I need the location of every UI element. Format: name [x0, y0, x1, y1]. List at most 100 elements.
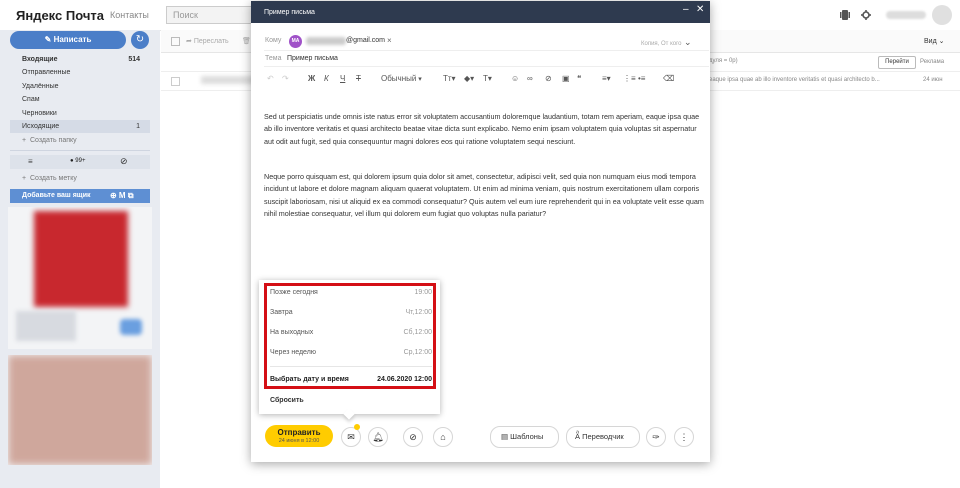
compose-label: Написать: [53, 35, 92, 44]
body-paragraph[interactable]: Sed ut perspiciatis unde omnis iste natu…: [264, 111, 704, 148]
divider: [264, 66, 709, 67]
create-folder-link[interactable]: + Создать папку: [22, 137, 77, 144]
fill-color-icon[interactable]: ◆▾: [464, 74, 474, 83]
recipient-avatar: МА: [289, 35, 302, 48]
strikethrough-icon[interactable]: Т: [356, 74, 361, 83]
divider: [10, 150, 150, 151]
subject-label: Тема: [265, 55, 282, 62]
select-all-checkbox[interactable]: [171, 37, 180, 46]
view-label: Вид: [924, 38, 937, 45]
subject-input[interactable]: Пример письма: [287, 55, 338, 62]
to-label: Кому: [265, 37, 282, 44]
folder-deleted[interactable]: Удалённые: [10, 80, 150, 93]
delete-icon[interactable]: 🗑: [242, 37, 251, 45]
cc-from-toggle[interactable]: Копия, От кого ⌄: [641, 37, 692, 48]
attach-button[interactable]: ⊘: [403, 427, 423, 447]
phone-icon[interactable]: [840, 10, 850, 20]
font-size-icon[interactable]: Tт▾: [443, 74, 456, 83]
gmail-icon[interactable]: ⊕ M ⧉: [110, 189, 134, 203]
label-button[interactable]: ⌂: [433, 427, 453, 447]
divider: [264, 50, 709, 51]
search-input[interactable]: Поиск: [166, 6, 254, 24]
link-icon[interactable]: ∞: [527, 74, 533, 83]
align-icon[interactable]: ≡▾: [602, 74, 611, 83]
more-icon: ⋮: [679, 432, 689, 442]
redo-icon[interactable]: ↷: [282, 74, 289, 83]
goto-button[interactable]: Перейти: [878, 56, 916, 69]
folder-inbox[interactable]: Входящие 514: [10, 53, 150, 66]
unread-filter[interactable]: ● 99+: [70, 158, 85, 164]
contacts-link[interactable]: Контакты: [110, 10, 149, 20]
logo[interactable]: Яндекс Почта: [16, 8, 104, 23]
translator-label: Переводчик: [582, 432, 624, 441]
compose-header: [251, 1, 710, 23]
reset-button[interactable]: Сбросить: [270, 397, 304, 404]
minimize-icon[interactable]: –: [683, 4, 689, 15]
emoji-icon[interactable]: ☺: [511, 74, 519, 83]
create-label-label: Создать метку: [29, 175, 77, 182]
search-placeholder: Поиск: [173, 10, 198, 20]
refresh-button[interactable]: ↻: [131, 31, 149, 49]
send-label: Отправить: [277, 428, 321, 437]
plus-icon: +: [22, 175, 30, 182]
paperclip-icon[interactable]: ⊘: [120, 156, 128, 167]
signature-icon: ✑: [652, 432, 660, 442]
create-folder-label: Создать папку: [29, 137, 77, 144]
unread-badge: 99+: [75, 158, 86, 164]
send-scheduled-time: 24 июня в 12:00: [278, 438, 320, 444]
underline-icon[interactable]: Ч: [340, 74, 345, 83]
active-indicator: [354, 424, 360, 430]
add-mailbox-bar[interactable]: Добавьте ваш ящик ⊕ M ⧉: [10, 189, 150, 203]
folder-outbox[interactable]: Исходящие 1: [10, 120, 150, 133]
bold-icon[interactable]: Ж: [308, 74, 315, 83]
numbered-list-icon[interactable]: ⋮≡: [623, 74, 636, 83]
add-mailbox-label: Добавьте ваш ящик: [22, 192, 91, 199]
ad-image-1[interactable]: [8, 207, 152, 349]
folder-sent[interactable]: Отправленные: [10, 66, 150, 79]
user-name-blurred[interactable]: [886, 11, 926, 19]
more-button[interactable]: ⋮: [674, 427, 694, 447]
recipient-domain[interactable]: @gmail.com: [346, 37, 385, 44]
folder-spam[interactable]: Спам: [10, 93, 150, 106]
image-icon[interactable]: ▣: [562, 74, 570, 83]
signature-button[interactable]: ✑: [646, 427, 666, 447]
font-style-select[interactable]: Обычный ▾: [381, 74, 422, 83]
cc-from-label: Копия, От кого: [641, 41, 682, 47]
row-date: 24 июн: [923, 77, 943, 83]
gear-icon[interactable]: [861, 10, 871, 20]
paperclip-icon: ⊘: [409, 432, 417, 442]
avatar[interactable]: [932, 5, 952, 25]
remove-recipient-icon[interactable]: ×: [387, 36, 392, 45]
reminder-button[interactable]: 🔔︎: [368, 427, 388, 447]
compose-title: Пример письма: [264, 9, 315, 16]
undo-icon[interactable]: ↶: [267, 74, 274, 83]
pencil-icon: ✎: [44, 35, 54, 44]
templates-label: Шаблоны: [510, 432, 544, 441]
folder-label: Удалённые: [22, 83, 59, 90]
italic-icon[interactable]: К: [324, 74, 329, 83]
bell-icon: 🔔︎: [372, 432, 384, 442]
text-color-icon[interactable]: T▾: [483, 74, 492, 83]
tag-icon: ⌂: [440, 432, 446, 442]
filter-icon[interactable]: ≡: [28, 157, 33, 166]
clear-format-icon[interactable]: ⌫: [663, 74, 674, 83]
delayed-send-button[interactable]: ✉: [341, 427, 361, 447]
ad-image-2[interactable]: [8, 355, 152, 465]
translator-button[interactable]: Aͣ Переводчик: [566, 426, 640, 448]
bullet-list-icon[interactable]: •≡: [638, 74, 645, 83]
create-label-link[interactable]: + Создать метку: [22, 175, 77, 182]
view-select[interactable]: Вид ⌄: [924, 37, 944, 45]
row-checkbox[interactable]: [171, 77, 180, 86]
unlink-icon[interactable]: ⊘: [545, 74, 552, 83]
compose-button[interactable]: ✎ Написать: [10, 31, 126, 49]
forward-button[interactable]: ➦ Переслать: [186, 37, 229, 45]
close-icon[interactable]: ✕: [696, 4, 704, 15]
templates-button[interactable]: ▤ Шаблоны: [490, 426, 559, 448]
labels-toolbar: ≡ ● 99+ ⊘: [10, 155, 150, 169]
send-button[interactable]: Отправить 24 июня в 12:00: [265, 425, 333, 447]
quote-icon[interactable]: ❝: [577, 74, 581, 83]
folder-count: 1: [136, 123, 140, 130]
forward-icon: ➦: [186, 38, 194, 45]
folder-drafts[interactable]: Черновики: [10, 107, 150, 120]
body-paragraph[interactable]: Neque porro quisquam est, qui dolorem ip…: [264, 171, 704, 220]
